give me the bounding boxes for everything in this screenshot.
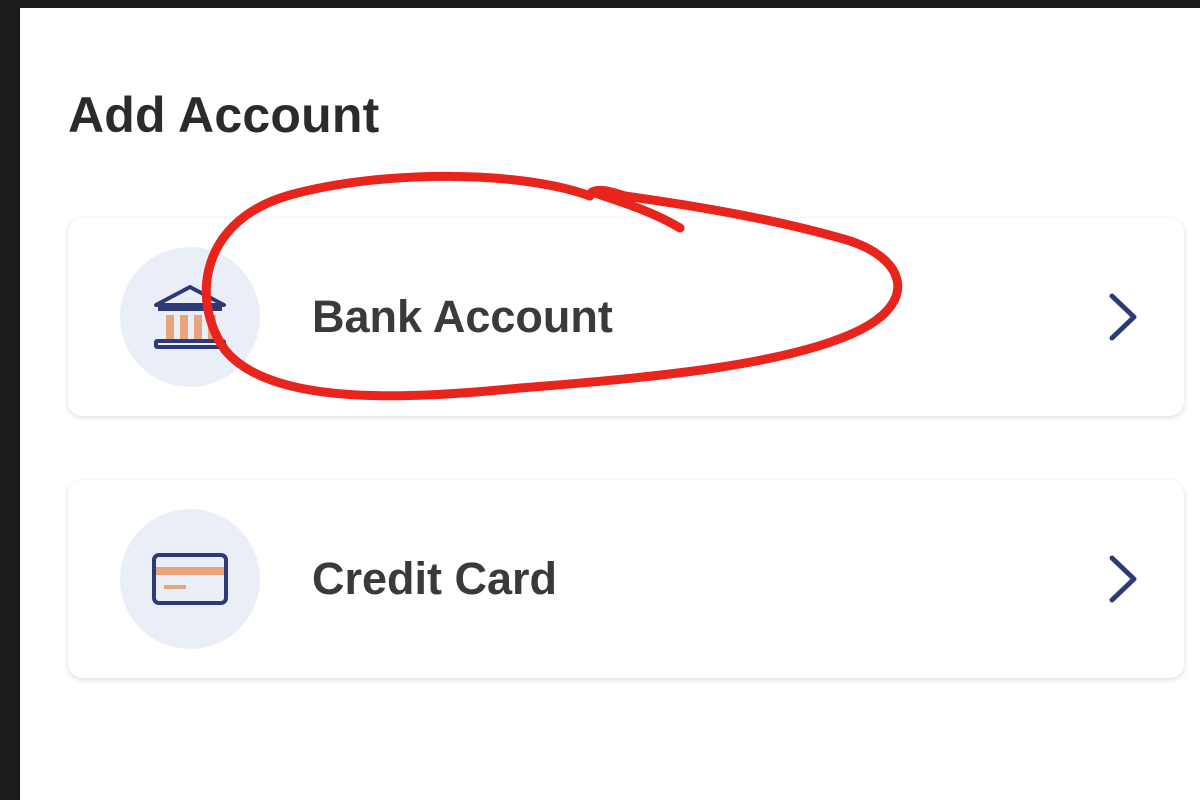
account-type-list: Bank Account Credit Card [68, 218, 1184, 678]
add-account-screen: Add Account Bank Account Credit Card [20, 8, 1200, 800]
bank-icon [154, 285, 226, 349]
credit-card-label: Credit Card [312, 553, 558, 604]
credit-card-icon-circle [120, 509, 260, 649]
credit-card-option[interactable]: Credit Card [68, 480, 1184, 678]
bank-account-option[interactable]: Bank Account [68, 218, 1184, 416]
chevron-right-icon [1109, 293, 1137, 341]
page-title: Add Account [68, 87, 380, 143]
credit-card-icon [152, 553, 228, 605]
bank-icon-circle [120, 247, 260, 387]
bank-account-label: Bank Account [312, 291, 613, 342]
chevron-right-icon [1109, 555, 1137, 603]
